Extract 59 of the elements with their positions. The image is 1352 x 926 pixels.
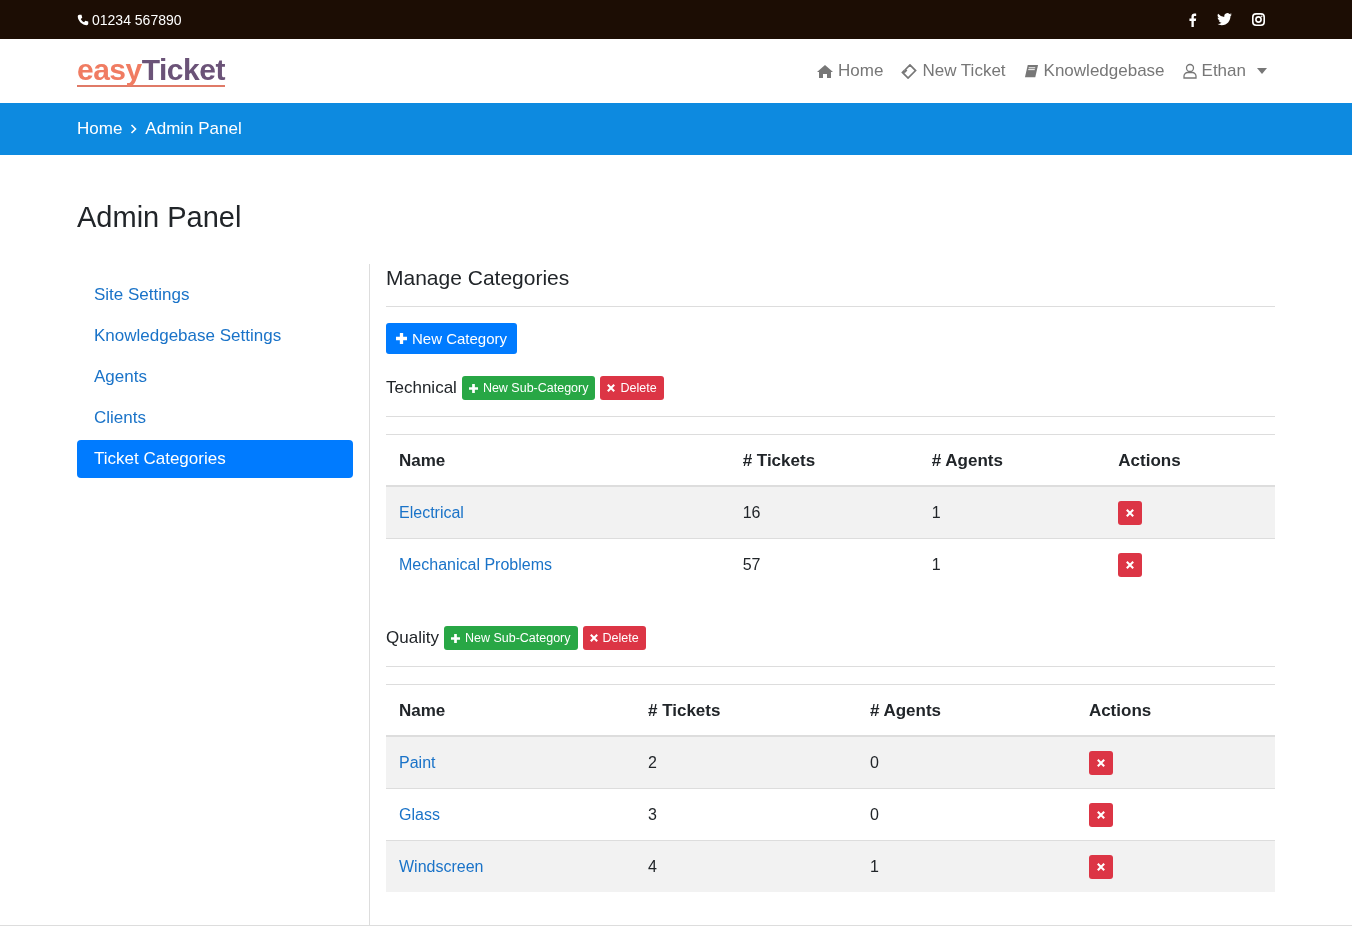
sidebar-item[interactable]: Knowledgebase Settings bbox=[77, 317, 353, 355]
delete-button[interactable]: Delete bbox=[600, 376, 664, 400]
close-icon bbox=[1096, 862, 1105, 871]
table-cell: 57 bbox=[729, 538, 919, 590]
sidebar-item[interactable]: Site Settings bbox=[77, 276, 353, 314]
delete-button[interactable]: Delete bbox=[582, 626, 646, 650]
chevron-icon bbox=[130, 124, 138, 134]
section-title: Manage Categories bbox=[386, 266, 571, 290]
user-icon bbox=[1182, 63, 1197, 79]
nav-link[interactable]: Home bbox=[817, 61, 884, 81]
phone-icon bbox=[77, 13, 89, 26]
category-name: Technical bbox=[386, 378, 457, 398]
table-cell: 16 bbox=[729, 486, 919, 539]
sidebar-item[interactable]: Agents bbox=[77, 358, 353, 396]
nav-link[interactable]: New Ticket bbox=[901, 61, 1006, 81]
sidebar-item[interactable]: Clients bbox=[77, 399, 353, 437]
category-link[interactable]: Windscreen bbox=[399, 857, 484, 875]
nav-link[interactable]: Knowledgebase bbox=[1023, 61, 1165, 81]
new-sub-category-button[interactable]: New Sub-Category bbox=[461, 376, 596, 400]
plus-icon bbox=[396, 333, 407, 344]
category-link[interactable]: Paint bbox=[399, 753, 436, 771]
book-icon bbox=[1023, 63, 1039, 79]
close-icon bbox=[1096, 810, 1105, 819]
close-icon bbox=[1126, 560, 1135, 569]
category-link[interactable]: Electrical bbox=[399, 503, 464, 521]
table-cell: 0 bbox=[856, 736, 1076, 789]
caret-icon bbox=[1257, 68, 1267, 74]
nav-link[interactable]: Ethan bbox=[1182, 61, 1267, 81]
close-icon bbox=[589, 634, 598, 642]
table-cell: 1 bbox=[918, 538, 1106, 590]
new-sub-category-button[interactable]: New Sub-Category bbox=[443, 626, 578, 650]
category-link[interactable]: Glass bbox=[399, 805, 440, 823]
delete-icon-button[interactable] bbox=[1088, 750, 1113, 775]
page-title: Admin Panel bbox=[77, 201, 243, 234]
delete-icon-button[interactable] bbox=[1118, 552, 1143, 577]
plus-icon bbox=[468, 383, 478, 393]
close-icon bbox=[607, 384, 616, 392]
table-cell: 1 bbox=[856, 840, 1076, 892]
twitter-icon[interactable] bbox=[1217, 13, 1232, 26]
sidebar-item[interactable]: Ticket Categories bbox=[77, 440, 353, 478]
category-link[interactable]: Mechanical Problems bbox=[399, 555, 552, 573]
facebook-icon[interactable] bbox=[1188, 12, 1197, 27]
logo[interactable]: easyTicket bbox=[77, 55, 225, 87]
delete-icon-button[interactable] bbox=[1118, 500, 1143, 525]
table-cell: 1 bbox=[918, 486, 1106, 539]
close-icon bbox=[1126, 508, 1135, 517]
delete-icon-button[interactable] bbox=[1088, 854, 1113, 879]
breadcrumb-link[interactable]: Home bbox=[77, 119, 123, 139]
new-category-button[interactable]: New Category bbox=[386, 323, 518, 354]
category-name: Quality bbox=[386, 628, 439, 648]
instagram-icon[interactable] bbox=[1252, 13, 1265, 26]
close-icon bbox=[1096, 758, 1105, 767]
ticket-icon bbox=[901, 63, 918, 79]
table-cell: 4 bbox=[635, 840, 857, 892]
plus-icon bbox=[450, 633, 460, 643]
home-icon bbox=[817, 64, 834, 78]
table-cell: 2 bbox=[635, 736, 857, 789]
delete-icon-button[interactable] bbox=[1088, 802, 1113, 827]
phone-number: 01234 567890 bbox=[77, 11, 182, 28]
